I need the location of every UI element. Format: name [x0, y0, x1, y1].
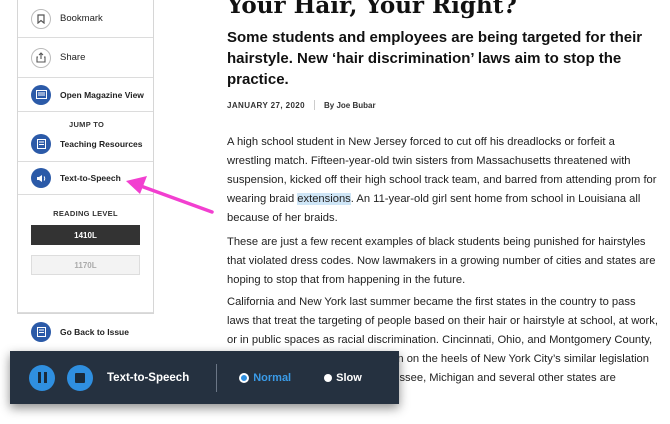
bookmark-icon: [31, 8, 51, 29]
teaching-resources-button[interactable]: Teaching Resources: [31, 133, 143, 154]
article-paragraph-1: A high school student in New Jersey forc…: [227, 133, 659, 228]
byline-divider: [314, 100, 315, 110]
magazine-label: Open Magazine View: [60, 89, 144, 100]
go-back-to-issue-label: Go Back to Issue: [60, 327, 129, 337]
jump-to-label: JUMP TO: [69, 119, 105, 129]
back-to-issue-icon: [31, 322, 51, 342]
tts-toolbar-label: Text-to-Speech: [107, 371, 190, 384]
go-back-to-issue-button[interactable]: Go Back to Issue: [18, 313, 153, 351]
radio-unselected-icon: [324, 373, 333, 382]
pause-button[interactable]: [29, 364, 55, 391]
speed-normal-label: Normal: [253, 371, 292, 384]
article-paragraph-2: These are just a few recent examples of …: [227, 236, 656, 286]
reading-level-title: READING LEVEL: [53, 209, 118, 218]
bookmark-button[interactable]: Bookmark: [18, 0, 153, 38]
article-date: JANUARY 27, 2020: [227, 100, 305, 110]
text-to-speech-button[interactable]: Text-to-Speech: [18, 162, 153, 195]
bookmark-label: Bookmark: [60, 13, 103, 24]
speed-slow-label: Slow: [336, 371, 362, 384]
article-byline: JANUARY 27, 2020 By Joe Bubar: [227, 100, 376, 110]
jump-to-section: JUMP TO Teaching Resources: [18, 112, 153, 162]
reading-level-1170l-button[interactable]: 1170L: [31, 255, 140, 275]
text-to-speech-label: Text-to-Speech: [60, 173, 121, 183]
share-button[interactable]: Share: [18, 38, 153, 78]
pause-icon: [37, 372, 41, 383]
speed-option-slow[interactable]: Slow: [324, 372, 362, 384]
radio-selected-icon: [239, 372, 250, 383]
teaching-resources-icon: [31, 133, 51, 154]
reading-level-section: READING LEVEL 1410L 1170L: [18, 195, 153, 313]
text-to-speech-toolbar: Text-to-Speech Normal Slow: [10, 351, 399, 404]
speaker-icon: [31, 168, 51, 188]
speed-option-normal[interactable]: Normal: [239, 372, 291, 384]
share-label: Share: [60, 52, 86, 63]
toolbar-divider: [216, 363, 218, 392]
article-tools-sidebar: Bookmark Share Open Magazine View JUMP T…: [17, 0, 154, 342]
teaching-resources-label: Teaching Resources: [60, 138, 143, 149]
pause-icon-bar: [43, 372, 47, 383]
highlighted-word[interactable]: extensions: [297, 193, 351, 205]
article-headline: Your Hair, Your Right?: [227, 0, 517, 19]
reading-level-1410l-button[interactable]: 1410L: [31, 225, 140, 245]
open-magazine-view-button[interactable]: Open Magazine View: [18, 78, 153, 112]
stop-icon: [75, 372, 85, 383]
share-icon: [31, 47, 51, 68]
article-dek: Some students and employees are being ta…: [227, 29, 643, 88]
stop-button[interactable]: [67, 364, 93, 391]
magazine-icon: [31, 84, 51, 105]
article-author: By Joe Bubar: [324, 100, 376, 110]
